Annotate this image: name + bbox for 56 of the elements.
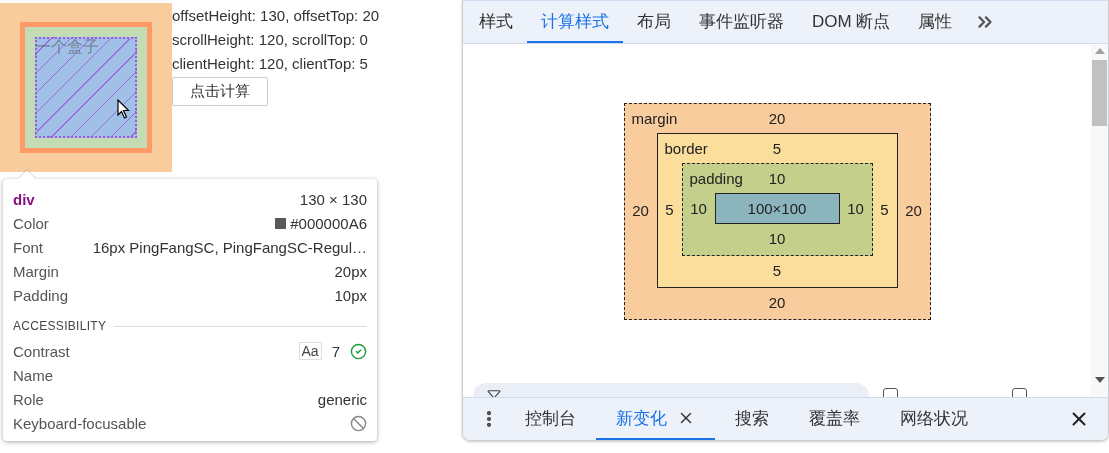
scrollbar[interactable] (1091, 44, 1108, 397)
box-value: 10 (767, 229, 787, 249)
box-value: 20 (767, 293, 787, 313)
box-value: 20 (631, 202, 650, 219)
blocked-icon (350, 414, 367, 432)
property-label: Name (13, 366, 53, 384)
drawer-tab[interactable]: 覆盖率 (789, 398, 880, 440)
property-label: Keyboard-focusable (13, 414, 147, 432)
panel-tab[interactable]: 属性 (904, 1, 967, 43)
metric-line: offsetHeight: 130, offsetTop: 20 (172, 6, 380, 26)
box-value: 5 (664, 201, 675, 218)
scroll-down-icon[interactable] (1094, 377, 1105, 383)
content-box: 100×100 (714, 193, 840, 224)
cursor-icon (117, 99, 131, 120)
section-title: ACCESSIBILITY (13, 319, 107, 333)
box-label: padding (689, 169, 743, 189)
calculate-button[interactable]: 点击计算 (172, 77, 268, 106)
box-value: 10 (689, 200, 708, 217)
contrast-value: 7 (331, 342, 340, 360)
tag-name: div (13, 190, 35, 208)
box-value: 5 (772, 139, 782, 159)
panel-tab[interactable]: DOM 断点 (798, 1, 905, 43)
metric-line: clientHeight: 120, clientTop: 5 (172, 54, 368, 74)
property-label: Role (13, 390, 44, 408)
property-label: Margin (13, 262, 59, 280)
panel-tab[interactable]: 事件监听器 (685, 1, 798, 43)
property-label: Padding (13, 286, 69, 304)
drawer-tab[interactable]: 搜索 (715, 398, 789, 440)
property-value: 10px (334, 286, 367, 304)
drawer-tab[interactable]: 网络状况 (880, 398, 988, 440)
property-label: Font (13, 238, 43, 256)
panel-tab[interactable]: 布局 (623, 1, 685, 43)
element-size: 130 × 130 (299, 190, 367, 208)
box-value: 10 (768, 169, 786, 189)
box-label: border (664, 139, 708, 159)
box-value: 10 (846, 200, 865, 217)
box-value: 20 (904, 202, 923, 219)
box-value: 5 (879, 201, 890, 218)
scrollbar-thumb[interactable] (1092, 60, 1107, 126)
drawer-tab[interactable]: 新变化 (596, 398, 715, 440)
panel-tab[interactable]: 样式 (465, 1, 527, 43)
property-value: generic (317, 390, 367, 408)
color-swatch-icon (275, 217, 287, 229)
property-value: 16px PingFangSC, PingFangSC-Regul… (92, 238, 367, 256)
box-label: margin (631, 109, 678, 129)
box-value: 20 (768, 109, 786, 129)
drawer-tab[interactable]: 控制台 (505, 398, 596, 440)
color-value: #000000A6 (275, 214, 367, 232)
contrast-sample: Aa (298, 342, 322, 360)
panel-tab[interactable]: 计算样式 (527, 1, 623, 43)
check-circle-icon (350, 342, 367, 360)
property-label: Color (13, 214, 49, 232)
property-value: 20px (334, 262, 367, 280)
property-label: Contrast (13, 342, 70, 360)
metric-line: scrollHeight: 120, scrollTop: 0 (172, 30, 368, 50)
box-value: 5 (771, 261, 783, 281)
